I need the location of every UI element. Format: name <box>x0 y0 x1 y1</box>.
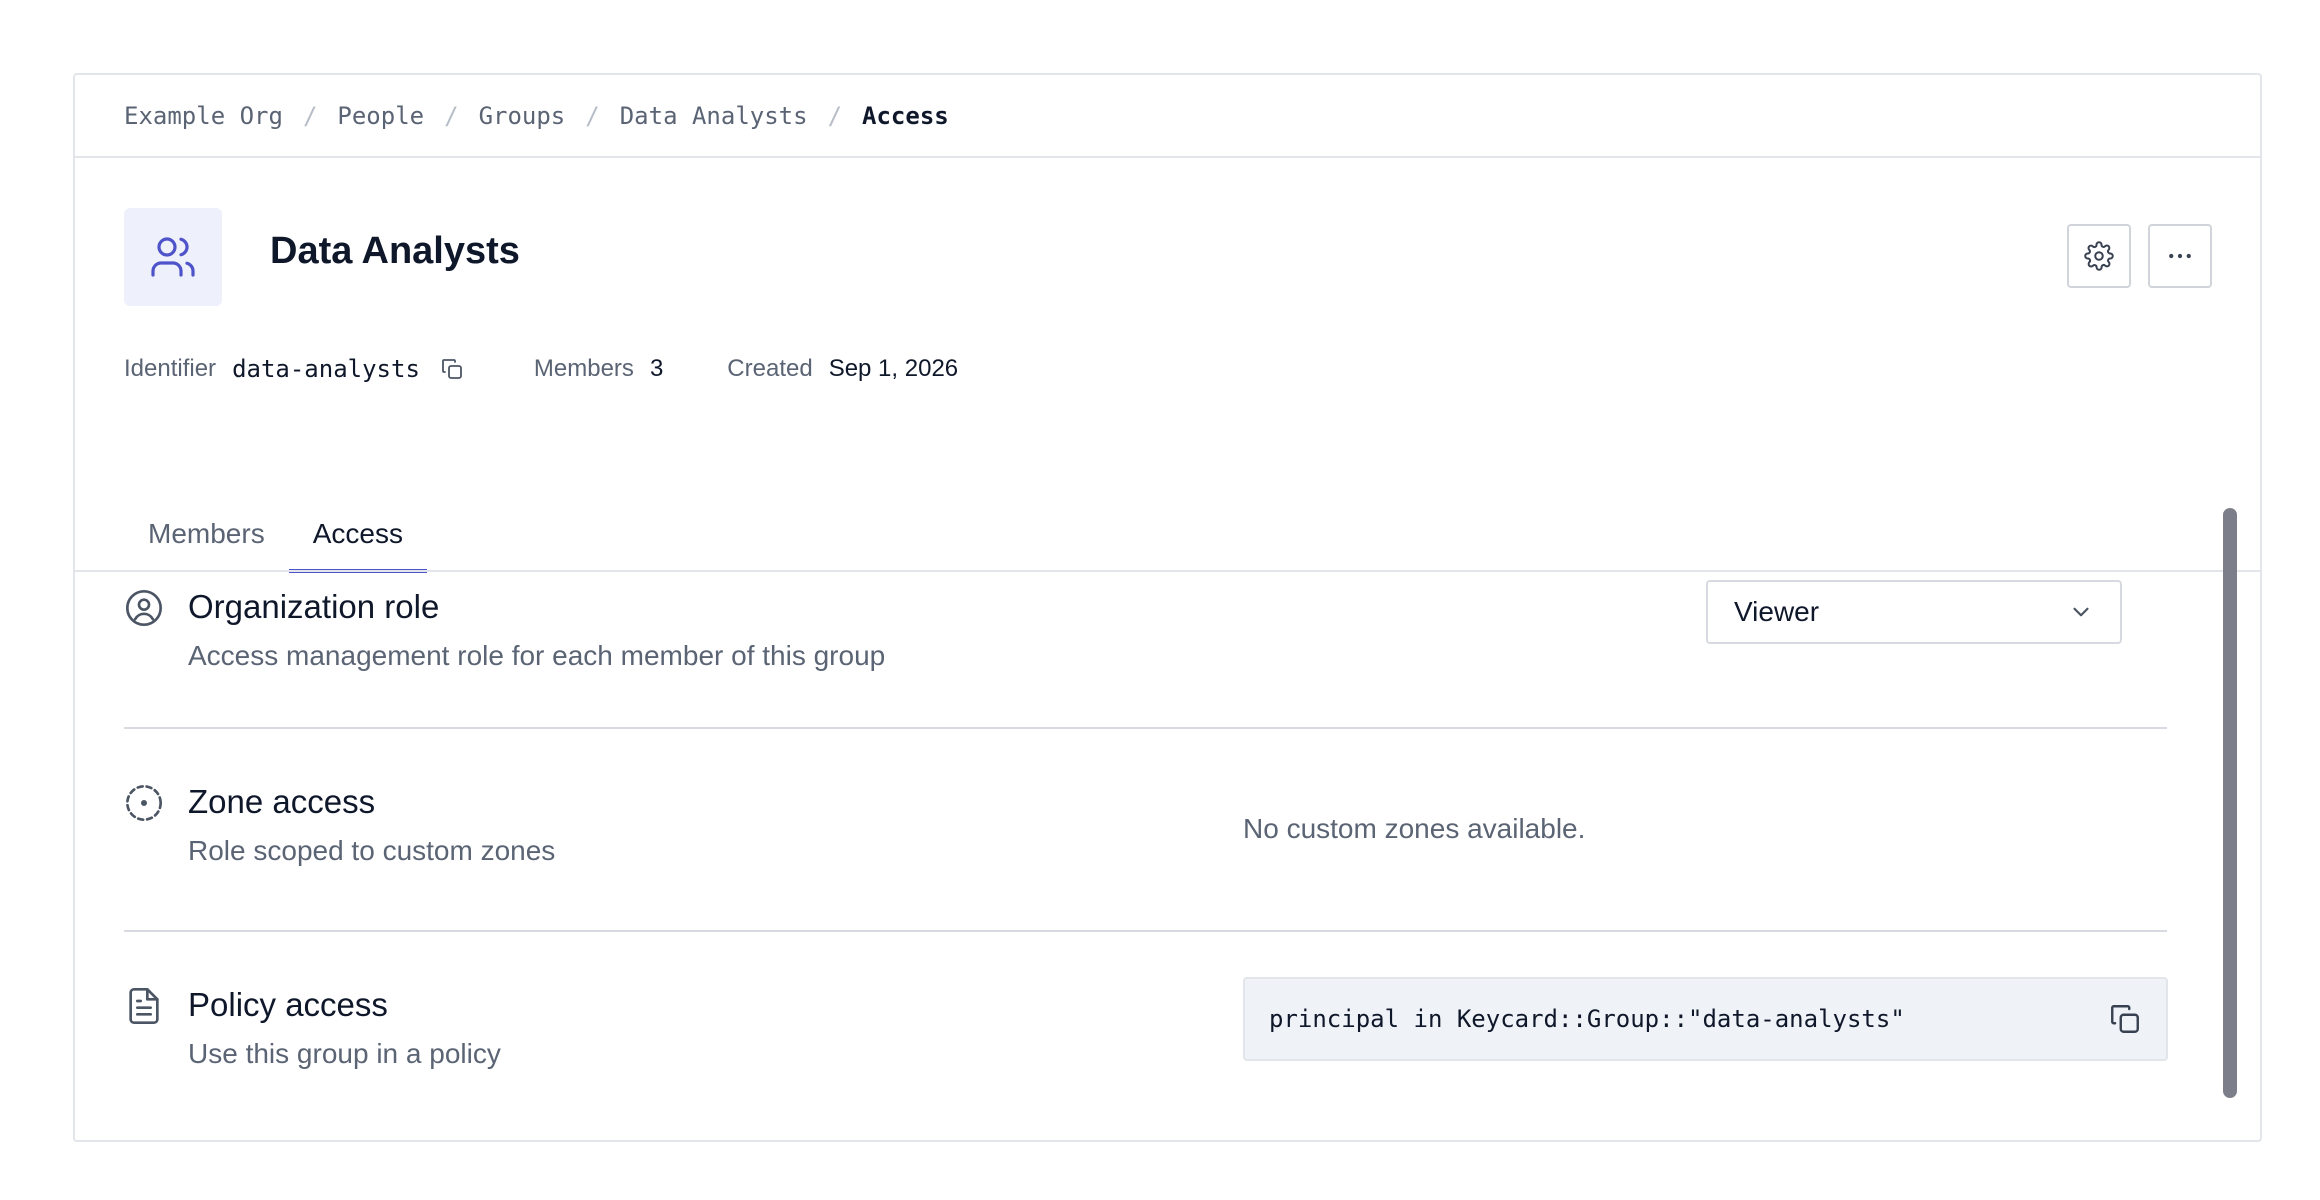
zone-access-section: Zone access Role scoped to custom zones <box>124 775 2167 925</box>
section-divider <box>124 727 2167 729</box>
group-detail-panel: Example Org / People / Groups / Data Ana… <box>73 73 2262 1142</box>
more-horizontal-icon <box>2169 253 2191 259</box>
created-date: Sep 1, 2026 <box>828 355 959 382</box>
page-title: Data Analysts <box>270 230 520 272</box>
breadcrumb-separator: / <box>302 101 318 130</box>
organization-role-description: Access management role for each member o… <box>188 640 886 671</box>
policy-access-description: Use this group in a policy <box>188 1038 501 1069</box>
tab-members[interactable]: Members <box>124 500 289 572</box>
created-label: Created <box>727 355 813 382</box>
identifier-value: data-analysts <box>232 355 420 383</box>
members-label: Members <box>533 355 634 382</box>
breadcrumb-separator: / <box>444 101 459 130</box>
zone-icon <box>124 783 164 823</box>
policy-code: principal in Keycard::Group::"data-analy… <box>1269 1005 1905 1033</box>
copy-identifier-button[interactable] <box>440 357 464 381</box>
users-icon <box>151 237 195 277</box>
zone-access-description: Role scoped to custom zones <box>188 835 556 866</box>
members-count: 3 <box>649 355 664 382</box>
breadcrumb-item-people[interactable]: People <box>337 102 424 130</box>
breadcrumb: Example Org / People / Groups / Data Ana… <box>75 75 2260 158</box>
tab-bar: Members Access <box>124 500 428 573</box>
more-options-button[interactable] <box>2148 224 2212 288</box>
tab-access[interactable]: Access <box>288 500 428 573</box>
breadcrumb-separator: / <box>827 101 843 130</box>
policy-snippet: principal in Keycard::Group::"data-analy… <box>1243 977 2168 1061</box>
section-divider <box>124 930 2167 932</box>
breadcrumb-separator: / <box>585 101 600 130</box>
user-circle-icon <box>124 588 164 628</box>
breadcrumb-item-group[interactable]: Data Analysts <box>620 102 808 130</box>
breadcrumb-current: Access <box>862 101 949 130</box>
gear-icon <box>2084 241 2114 271</box>
group-meta: Identifier data-analysts Members 3 Creat… <box>124 355 958 383</box>
copy-icon <box>442 359 462 379</box>
zone-access-title: Zone access <box>188 783 376 820</box>
scrollbar-thumb[interactable] <box>2223 508 2237 1098</box>
breadcrumb-item-groups[interactable]: Groups <box>479 102 566 130</box>
document-icon <box>124 986 164 1026</box>
group-avatar <box>124 208 222 306</box>
chevron-down-icon <box>2073 607 2089 617</box>
breadcrumb-item-org[interactable]: Example Org <box>124 102 283 130</box>
no-zones-message: No custom zones available. <box>1243 813 1586 844</box>
copy-icon <box>2111 1005 2139 1033</box>
policy-access-title: Policy access <box>188 986 388 1023</box>
organization-role-selected: Viewer <box>1734 596 1820 627</box>
copy-policy-button[interactable] <box>2108 1002 2142 1036</box>
settings-button[interactable] <box>2067 224 2131 288</box>
organization-role-title: Organization role <box>188 588 440 625</box>
tabs-divider <box>75 570 2260 572</box>
identifier-label: Identifier <box>124 355 217 382</box>
organization-role-select[interactable]: Viewer <box>1706 580 2122 644</box>
